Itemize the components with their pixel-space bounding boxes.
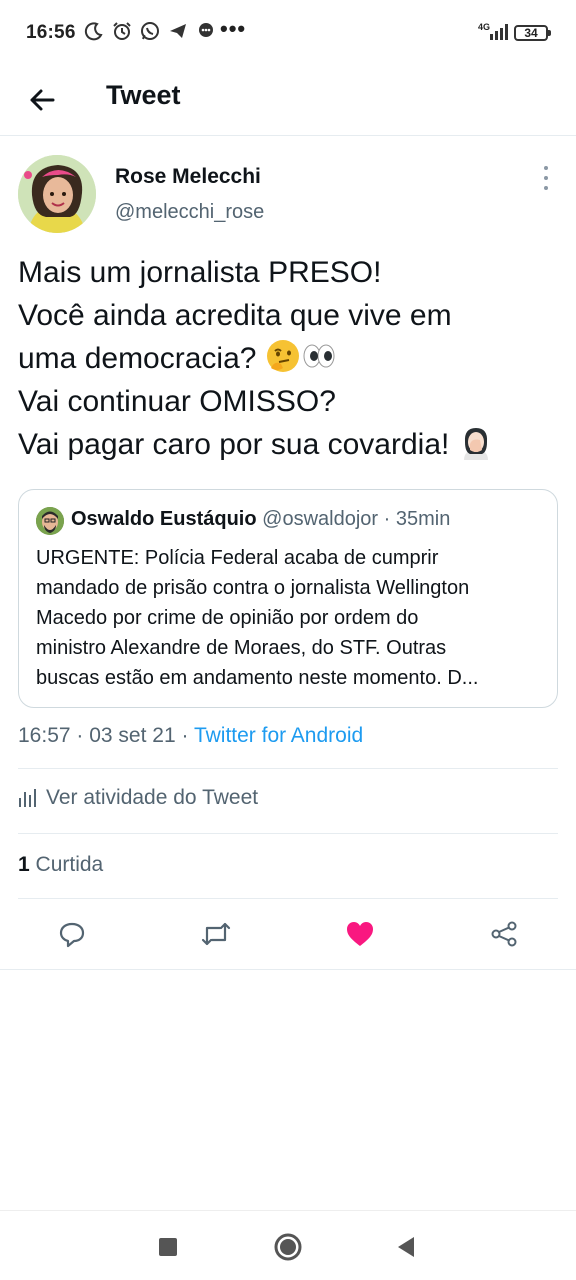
share-icon	[491, 921, 517, 947]
like-button[interactable]	[340, 914, 380, 954]
quoted-tweet-text: URGENTE: Polícia Federal acaba de cumpri…	[36, 543, 546, 693]
tweet-meta: 16:57 · 03 set 21 · Twitter for Android	[18, 724, 363, 748]
meta-separator: ·	[70, 724, 90, 747]
meta-separator: ·	[175, 724, 194, 747]
tweet-line-with-emoji: uma democracia?	[18, 337, 568, 380]
quoted-tweet-header: Oswaldo Eustáquio @oswaldojor · 35min	[71, 508, 450, 531]
alarm-icon	[112, 21, 132, 41]
share-button[interactable]	[484, 914, 524, 954]
quoted-tweet-line: mandado de prisão contra o jornalista We…	[36, 577, 470, 599]
quoted-tweet-line: Macedo por crime de opinião por ordem do	[36, 607, 419, 629]
tweet-source-link[interactable]: Twitter for Android	[194, 724, 363, 747]
tweet-line: Vai pagar caro por sua covardia!	[18, 428, 458, 461]
divider	[18, 833, 558, 834]
tweet-line: Você ainda acredita que vive em	[18, 299, 452, 332]
status-time: 16:56	[26, 22, 76, 43]
more-vertical-icon	[544, 166, 548, 170]
facepalm-icon	[463, 428, 488, 460]
tweet-date: 03 set 21	[89, 724, 176, 747]
status-more-icon: •••	[220, 16, 247, 41]
quoted-tweet-time: 35min	[395, 508, 451, 530]
signal-icon	[488, 24, 510, 45]
reply-button[interactable]	[52, 914, 92, 954]
tweet-line: Mais um jornalista PRESO!	[18, 256, 382, 289]
tweet-line-with-emoji: Vai pagar caro por sua covardia!	[18, 423, 568, 466]
likes-label: Curtida	[29, 853, 104, 876]
back-button[interactable]	[22, 80, 62, 120]
thinking-face-icon	[266, 340, 299, 372]
message-icon	[196, 21, 216, 41]
likes-count-link[interactable]: 1 Curtida	[18, 853, 103, 877]
top-app-bar: Tweet	[0, 68, 576, 136]
back-nav-button[interactable]	[388, 1229, 424, 1265]
battery-level: 34	[514, 25, 551, 41]
home-button[interactable]	[270, 1229, 306, 1265]
tweet-line: Vai continuar OMISSO?	[18, 385, 336, 418]
reply-icon	[59, 922, 85, 948]
retweet-button[interactable]	[196, 914, 236, 954]
quoted-author-name: Oswaldo Eustáquio	[71, 508, 257, 530]
page-title: Tweet	[106, 80, 181, 110]
quoted-tweet-line: buscas estão em andamento neste momento.…	[36, 667, 479, 689]
view-activity-label: Ver atividade do Tweet	[46, 786, 259, 809]
quoted-tweet-card[interactable]: Oswaldo Eustáquio @oswaldojor · 35min UR…	[18, 489, 558, 708]
author-handle[interactable]: @melecchi_rose	[115, 201, 264, 224]
view-activity-button[interactable]: Ver atividade do Tweet	[18, 786, 258, 810]
square-icon	[159, 1238, 177, 1256]
arrow-left-icon	[30, 89, 55, 111]
author-avatar[interactable]	[18, 155, 96, 233]
recents-button[interactable]	[150, 1229, 186, 1265]
analytics-icon	[19, 789, 36, 807]
heart-filled-icon	[347, 922, 373, 946]
quoted-author-avatar	[36, 507, 64, 535]
moon-icon	[84, 21, 104, 41]
status-notification-icons	[84, 21, 216, 41]
likes-count: 1	[18, 853, 30, 876]
eyes-icon	[303, 344, 335, 368]
divider	[18, 898, 558, 899]
quoted-tweet-line: URGENTE: Polícia Federal acaba de cumpri…	[36, 547, 439, 569]
tweet-text: Mais um jornalista PRESO! Você ainda acr…	[18, 251, 568, 466]
whatsapp-icon	[140, 21, 160, 41]
tweet-line: uma democracia?	[18, 342, 265, 375]
status-bar: 16:56 ••• 4G 34	[0, 0, 576, 68]
telegram-icon	[168, 21, 188, 41]
tweet-time: 16:57	[18, 724, 71, 747]
system-navigation-bar	[0, 1210, 576, 1280]
divider	[18, 768, 558, 769]
circle-icon	[274, 1233, 302, 1261]
more-options-button[interactable]	[536, 166, 556, 190]
tweet-actions-bar	[0, 900, 576, 970]
retweet-icon	[201, 922, 231, 946]
quoted-separator: ·	[378, 508, 396, 530]
triangle-back-icon	[398, 1237, 414, 1257]
quoted-tweet-line: ministro Alexandre de Moraes, do STF. Ou…	[36, 637, 447, 659]
quoted-author-handle: @oswaldojor	[262, 508, 379, 530]
author-name[interactable]: Rose Melecchi	[115, 165, 261, 189]
